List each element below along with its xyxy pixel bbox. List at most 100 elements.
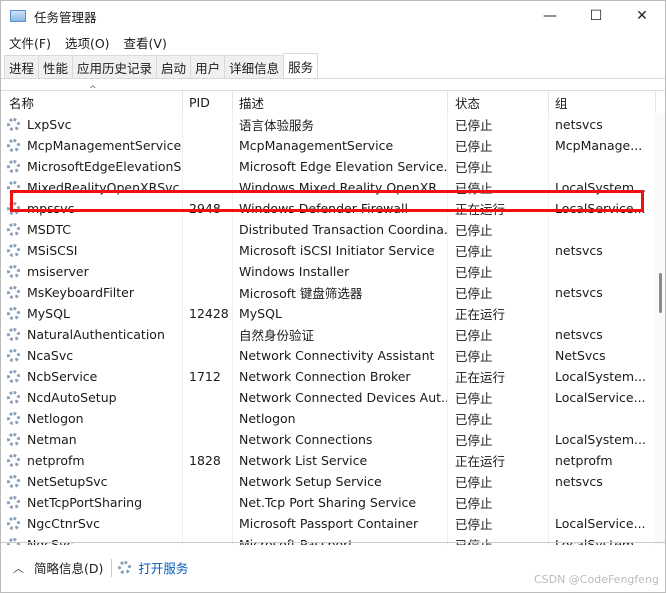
cell-group bbox=[549, 492, 656, 513]
cell-text: netsvcs bbox=[555, 117, 603, 132]
cell-name: netprofm bbox=[1, 450, 183, 471]
minimize-button[interactable]: — bbox=[527, 1, 573, 31]
cell-name: LxpSvc bbox=[1, 114, 183, 135]
maximize-button[interactable]: ☐ bbox=[573, 1, 619, 31]
cell-text: 已停止 bbox=[455, 118, 493, 133]
cell-status: 已停止 bbox=[448, 261, 549, 282]
service-row[interactable]: NcbService 1712 Network Connection Broker 正… bbox=[1, 366, 656, 387]
cell-text: 已停止 bbox=[455, 265, 493, 280]
cell-name: Netman bbox=[1, 429, 183, 450]
cell-group: netsvcs bbox=[549, 324, 656, 345]
close-button[interactable]: ✕ bbox=[619, 1, 665, 31]
tab-services[interactable]: 服务 bbox=[283, 53, 319, 78]
cell-pid: 1712 bbox=[183, 366, 233, 387]
service-row[interactable]: NcaSvc Network Connectivity Assistant 已停止 N… bbox=[1, 345, 656, 366]
tab-users[interactable]: 用户 bbox=[190, 55, 226, 78]
service-row[interactable]: McpManagementService McpManagementService… bbox=[1, 135, 656, 156]
tab-app-history[interactable]: 应用历史记录 bbox=[72, 55, 158, 78]
tab-details[interactable]: 详细信息 bbox=[224, 55, 285, 78]
cell-name: MSiSCSI bbox=[1, 240, 183, 261]
service-row[interactable]: NetTcpPortSharing Net.Tcp Port Sharing Se… bbox=[1, 492, 656, 513]
tab-performance[interactable]: 性能 bbox=[38, 55, 74, 78]
service-row[interactable]: LxpSvc 语言体验服务 已停止 netsvcs bbox=[1, 114, 656, 135]
service-gear-icon bbox=[7, 475, 20, 488]
cell-group: netsvcs bbox=[549, 282, 656, 303]
service-gear-icon bbox=[7, 328, 20, 341]
cell-text: McpManage... bbox=[555, 138, 643, 153]
cell-name: NgcCtnrSvc bbox=[1, 513, 183, 534]
cell-description: Microsoft Edge Elevation Service... bbox=[233, 156, 448, 177]
service-row[interactable]: NetSetupSvc Network Setup Service 已停止 netsv… bbox=[1, 471, 656, 492]
service-row[interactable]: NaturalAuthentication 自然身份验证 已停止 netsvcs bbox=[1, 324, 656, 345]
cell-text: LxpSvc bbox=[27, 117, 72, 132]
cell-description: Network Setup Service bbox=[233, 471, 448, 492]
cell-group: LocalService... bbox=[549, 513, 656, 534]
menu-file[interactable]: 文件(F) bbox=[9, 33, 51, 52]
chevron-up-icon[interactable]: ︿ bbox=[13, 560, 24, 576]
cell-description: Network Connected Devices Aut... bbox=[233, 387, 448, 408]
service-gear-icon bbox=[7, 391, 20, 404]
gear-icon bbox=[118, 561, 132, 574]
service-row[interactable]: msiserver Windows Installer 已停止 bbox=[1, 261, 656, 282]
vertical-scrollbar[interactable] bbox=[654, 113, 665, 544]
menu-view[interactable]: 查看(V) bbox=[124, 33, 167, 52]
cell-text: Netlogon bbox=[239, 411, 296, 426]
cell-text: 已停止 bbox=[455, 517, 493, 532]
column-header-status[interactable]: 状态 bbox=[448, 91, 549, 114]
cell-description: 自然身份验证 bbox=[233, 324, 448, 345]
service-row[interactable]: NgcCtnrSvc Microsoft Passport Container 已停… bbox=[1, 513, 656, 534]
cell-pid bbox=[183, 492, 233, 513]
cell-status: 正在运行 bbox=[448, 450, 549, 471]
divider bbox=[111, 558, 113, 577]
cell-text: Windows Installer bbox=[239, 264, 350, 279]
service-gear-icon bbox=[7, 223, 20, 236]
service-row[interactable]: MySQL 12428 MySQL 正在运行 bbox=[1, 303, 656, 324]
watermark: CSDN @CodeFengfeng bbox=[533, 573, 659, 586]
cell-pid bbox=[183, 261, 233, 282]
cell-text: netsvcs bbox=[555, 285, 603, 300]
cell-text: LocalSystem... bbox=[555, 369, 646, 384]
cell-group bbox=[549, 408, 656, 429]
cell-name: NcaSvc bbox=[1, 345, 183, 366]
service-row[interactable]: MSDTC Distributed Transaction Coordina...… bbox=[1, 219, 656, 240]
cell-text: 正在运行 bbox=[455, 454, 506, 469]
cell-text: Microsoft Edge Elevation Service... bbox=[239, 159, 448, 174]
service-row[interactable]: Netlogon Netlogon 已停止 bbox=[1, 408, 656, 429]
cell-description: MySQL bbox=[233, 303, 448, 324]
service-row[interactable]: MicrosoftEdgeElevationS... Microsoft Edge… bbox=[1, 156, 656, 177]
cell-pid bbox=[183, 345, 233, 366]
service-row[interactable]: MSiSCSI Microsoft iSCSI Initiator Service… bbox=[1, 240, 656, 261]
cell-name: NetTcpPortSharing bbox=[1, 492, 183, 513]
tab-startup[interactable]: 启动 bbox=[156, 55, 192, 78]
cell-text: 已停止 bbox=[455, 244, 493, 259]
service-row[interactable]: Netman Network Connections 已停止 LocalSystem.… bbox=[1, 429, 656, 450]
cell-text: Network Connectivity Assistant bbox=[239, 348, 435, 363]
scrollbar-thumb[interactable] bbox=[659, 273, 662, 313]
service-row[interactable]: NcdAutoSetup Network Connected Devices Au… bbox=[1, 387, 656, 408]
menu-options[interactable]: 选项(O) bbox=[65, 33, 110, 52]
cell-text: 已停止 bbox=[455, 433, 493, 448]
column-header-group[interactable]: 组 bbox=[549, 91, 656, 114]
cell-text: 已停止 bbox=[455, 223, 493, 238]
cell-name: MicrosoftEdgeElevationS... bbox=[1, 156, 183, 177]
service-gear-icon bbox=[7, 517, 20, 530]
cell-name: NetSetupSvc bbox=[1, 471, 183, 492]
cell-text: 已停止 bbox=[455, 475, 493, 490]
summary-button[interactable]: 简略信息(D) bbox=[34, 558, 103, 577]
service-row[interactable]: netprofm 1828 Network List Service 正在运行 netp… bbox=[1, 450, 656, 471]
cell-text: 12428 bbox=[189, 306, 229, 321]
open-services-link[interactable]: 打开服务 bbox=[118, 558, 188, 577]
cell-text: netsvcs bbox=[555, 474, 603, 489]
cell-pid bbox=[183, 219, 233, 240]
cell-pid bbox=[183, 471, 233, 492]
cell-name: msiserver bbox=[1, 261, 183, 282]
column-header-pid[interactable]: PID bbox=[183, 91, 233, 114]
service-gear-icon bbox=[7, 454, 20, 467]
tab-processes[interactable]: 进程 bbox=[4, 55, 40, 78]
cell-text: NaturalAuthentication bbox=[27, 327, 165, 342]
service-row[interactable]: MsKeyboardFilter Microsoft 键盘筛选器 已停止 netsvc… bbox=[1, 282, 656, 303]
cell-text: Netman bbox=[27, 432, 77, 447]
cell-group: netprofm bbox=[549, 450, 656, 471]
cell-description: Windows Installer bbox=[233, 261, 448, 282]
column-header-description[interactable]: 描述 bbox=[233, 91, 448, 114]
